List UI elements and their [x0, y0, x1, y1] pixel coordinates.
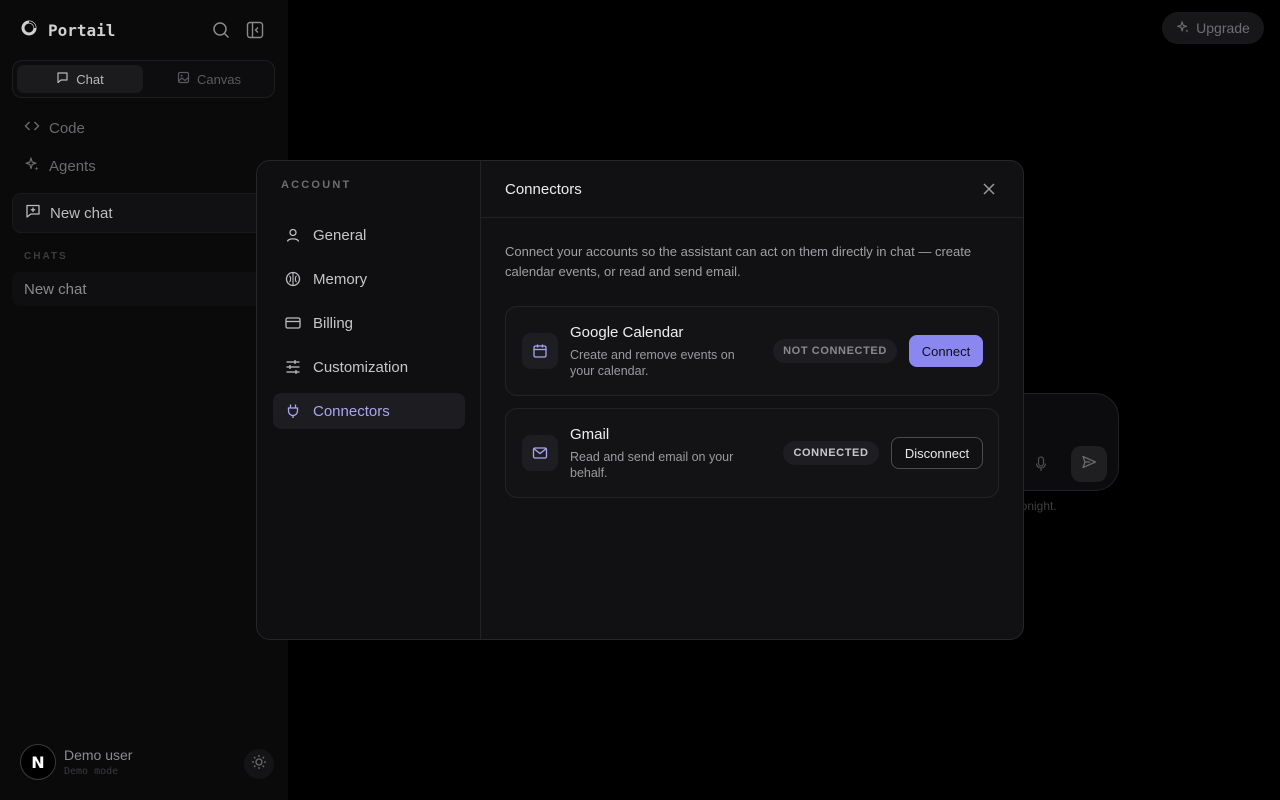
new-chat-icon [25, 203, 41, 223]
search-icon[interactable] [210, 19, 232, 41]
disconnect-button[interactable]: Disconnect [891, 437, 983, 469]
connectors-intro: Connect your accounts so the assistant c… [505, 244, 972, 279]
collapse-sidebar-icon[interactable] [244, 19, 266, 41]
settings-content: Connectors Connect your accounts so the … [481, 161, 1023, 639]
user-name: Demo user [64, 747, 133, 763]
calendar-icon [522, 333, 558, 369]
user-profile[interactable]: N Demo user Demo mode [20, 744, 132, 780]
tab-canvas[interactable]: Canvas [146, 65, 272, 93]
connector-description: Create and remove events on your calenda… [570, 348, 735, 378]
settings-nav-general-label: General [313, 226, 367, 244]
settings-nav-general[interactable]: General [273, 217, 465, 253]
status-badge: CONNECTED [783, 441, 879, 465]
user-subtitle: Demo mode [64, 766, 119, 777]
user-info: Demo user Demo mode [64, 747, 132, 777]
settings-nav-customization-label: Customization [313, 358, 409, 376]
connect-button[interactable]: Connect [909, 335, 983, 367]
status-badge: NOT CONNECTED [773, 339, 897, 363]
sparkles-icon [1176, 20, 1190, 37]
sidebar-item-code-label: Code [49, 119, 85, 137]
user-icon [285, 227, 301, 243]
sun-icon [251, 754, 267, 775]
send-icon [1081, 454, 1097, 475]
settings-nav-billing[interactable]: Billing [273, 305, 465, 341]
chat-list-item[interactable]: New chat [12, 272, 276, 306]
send-button[interactable] [1071, 446, 1107, 482]
sparkles-icon [24, 156, 40, 176]
settings-nav-billing-label: Billing [313, 314, 354, 332]
chats-heading: CHATS [24, 251, 68, 262]
connector-name: Gmail [570, 426, 610, 443]
avatar: N [20, 744, 56, 780]
sidebar: Portail Chat Canvas Code Agents New chat… [0, 0, 288, 800]
tab-chat-label: Chat [76, 71, 104, 87]
brand-name: Portail [48, 20, 116, 40]
sidebar-item-code[interactable]: Code [12, 110, 276, 146]
sidebar-item-agents-label: Agents [49, 157, 96, 175]
settings-header: Connectors [481, 161, 1023, 218]
plug-icon [285, 403, 301, 419]
page-title: Connectors [505, 181, 582, 198]
connector-name: Google Calendar [570, 324, 684, 341]
settings-nav-memory-label: Memory [313, 270, 368, 288]
new-chat-label: New chat [50, 204, 113, 222]
connector-card-google-calendar: Google Calendar Create and remove events… [505, 306, 999, 396]
mode-switcher: Chat Canvas [12, 60, 275, 98]
credit-card-icon [285, 315, 301, 331]
chat-bubble-icon [56, 71, 69, 87]
settings-nav-customization[interactable]: Customization [273, 349, 465, 385]
tab-chat[interactable]: Chat [17, 65, 143, 93]
mail-icon [522, 435, 558, 471]
code-brackets-icon [24, 118, 40, 138]
close-icon[interactable] [981, 181, 997, 197]
settings-nav-connectors[interactable]: Connectors [273, 393, 465, 429]
settings-nav-connectors-label: Connectors [313, 402, 390, 420]
portail-logo-icon [20, 19, 38, 42]
sliders-icon [285, 359, 301, 375]
settings-nav-heading: ACCOUNT [281, 179, 352, 191]
theme-toggle-button[interactable] [244, 749, 274, 779]
upgrade-label: Upgrade [1196, 20, 1250, 36]
brand[interactable]: Portail [20, 18, 115, 42]
brain-icon [285, 271, 301, 287]
settings-modal: ACCOUNT General Memory Billing Customiza… [256, 160, 1024, 640]
sidebar-item-agents[interactable]: Agents [12, 148, 276, 184]
settings-nav: ACCOUNT General Memory Billing Customiza… [257, 161, 481, 639]
tab-canvas-label: Canvas [196, 71, 242, 87]
new-chat-button[interactable]: New chat [12, 193, 276, 233]
microphone-icon[interactable] [1033, 455, 1049, 473]
connector-description: Read and send email on your behalf. [570, 450, 734, 480]
image-icon [177, 71, 190, 87]
upgrade-button[interactable]: Upgrade [1162, 12, 1264, 44]
settings-nav-memory[interactable]: Memory [273, 261, 465, 297]
connector-card-gmail: Gmail Read and send email on your behalf… [505, 408, 999, 498]
